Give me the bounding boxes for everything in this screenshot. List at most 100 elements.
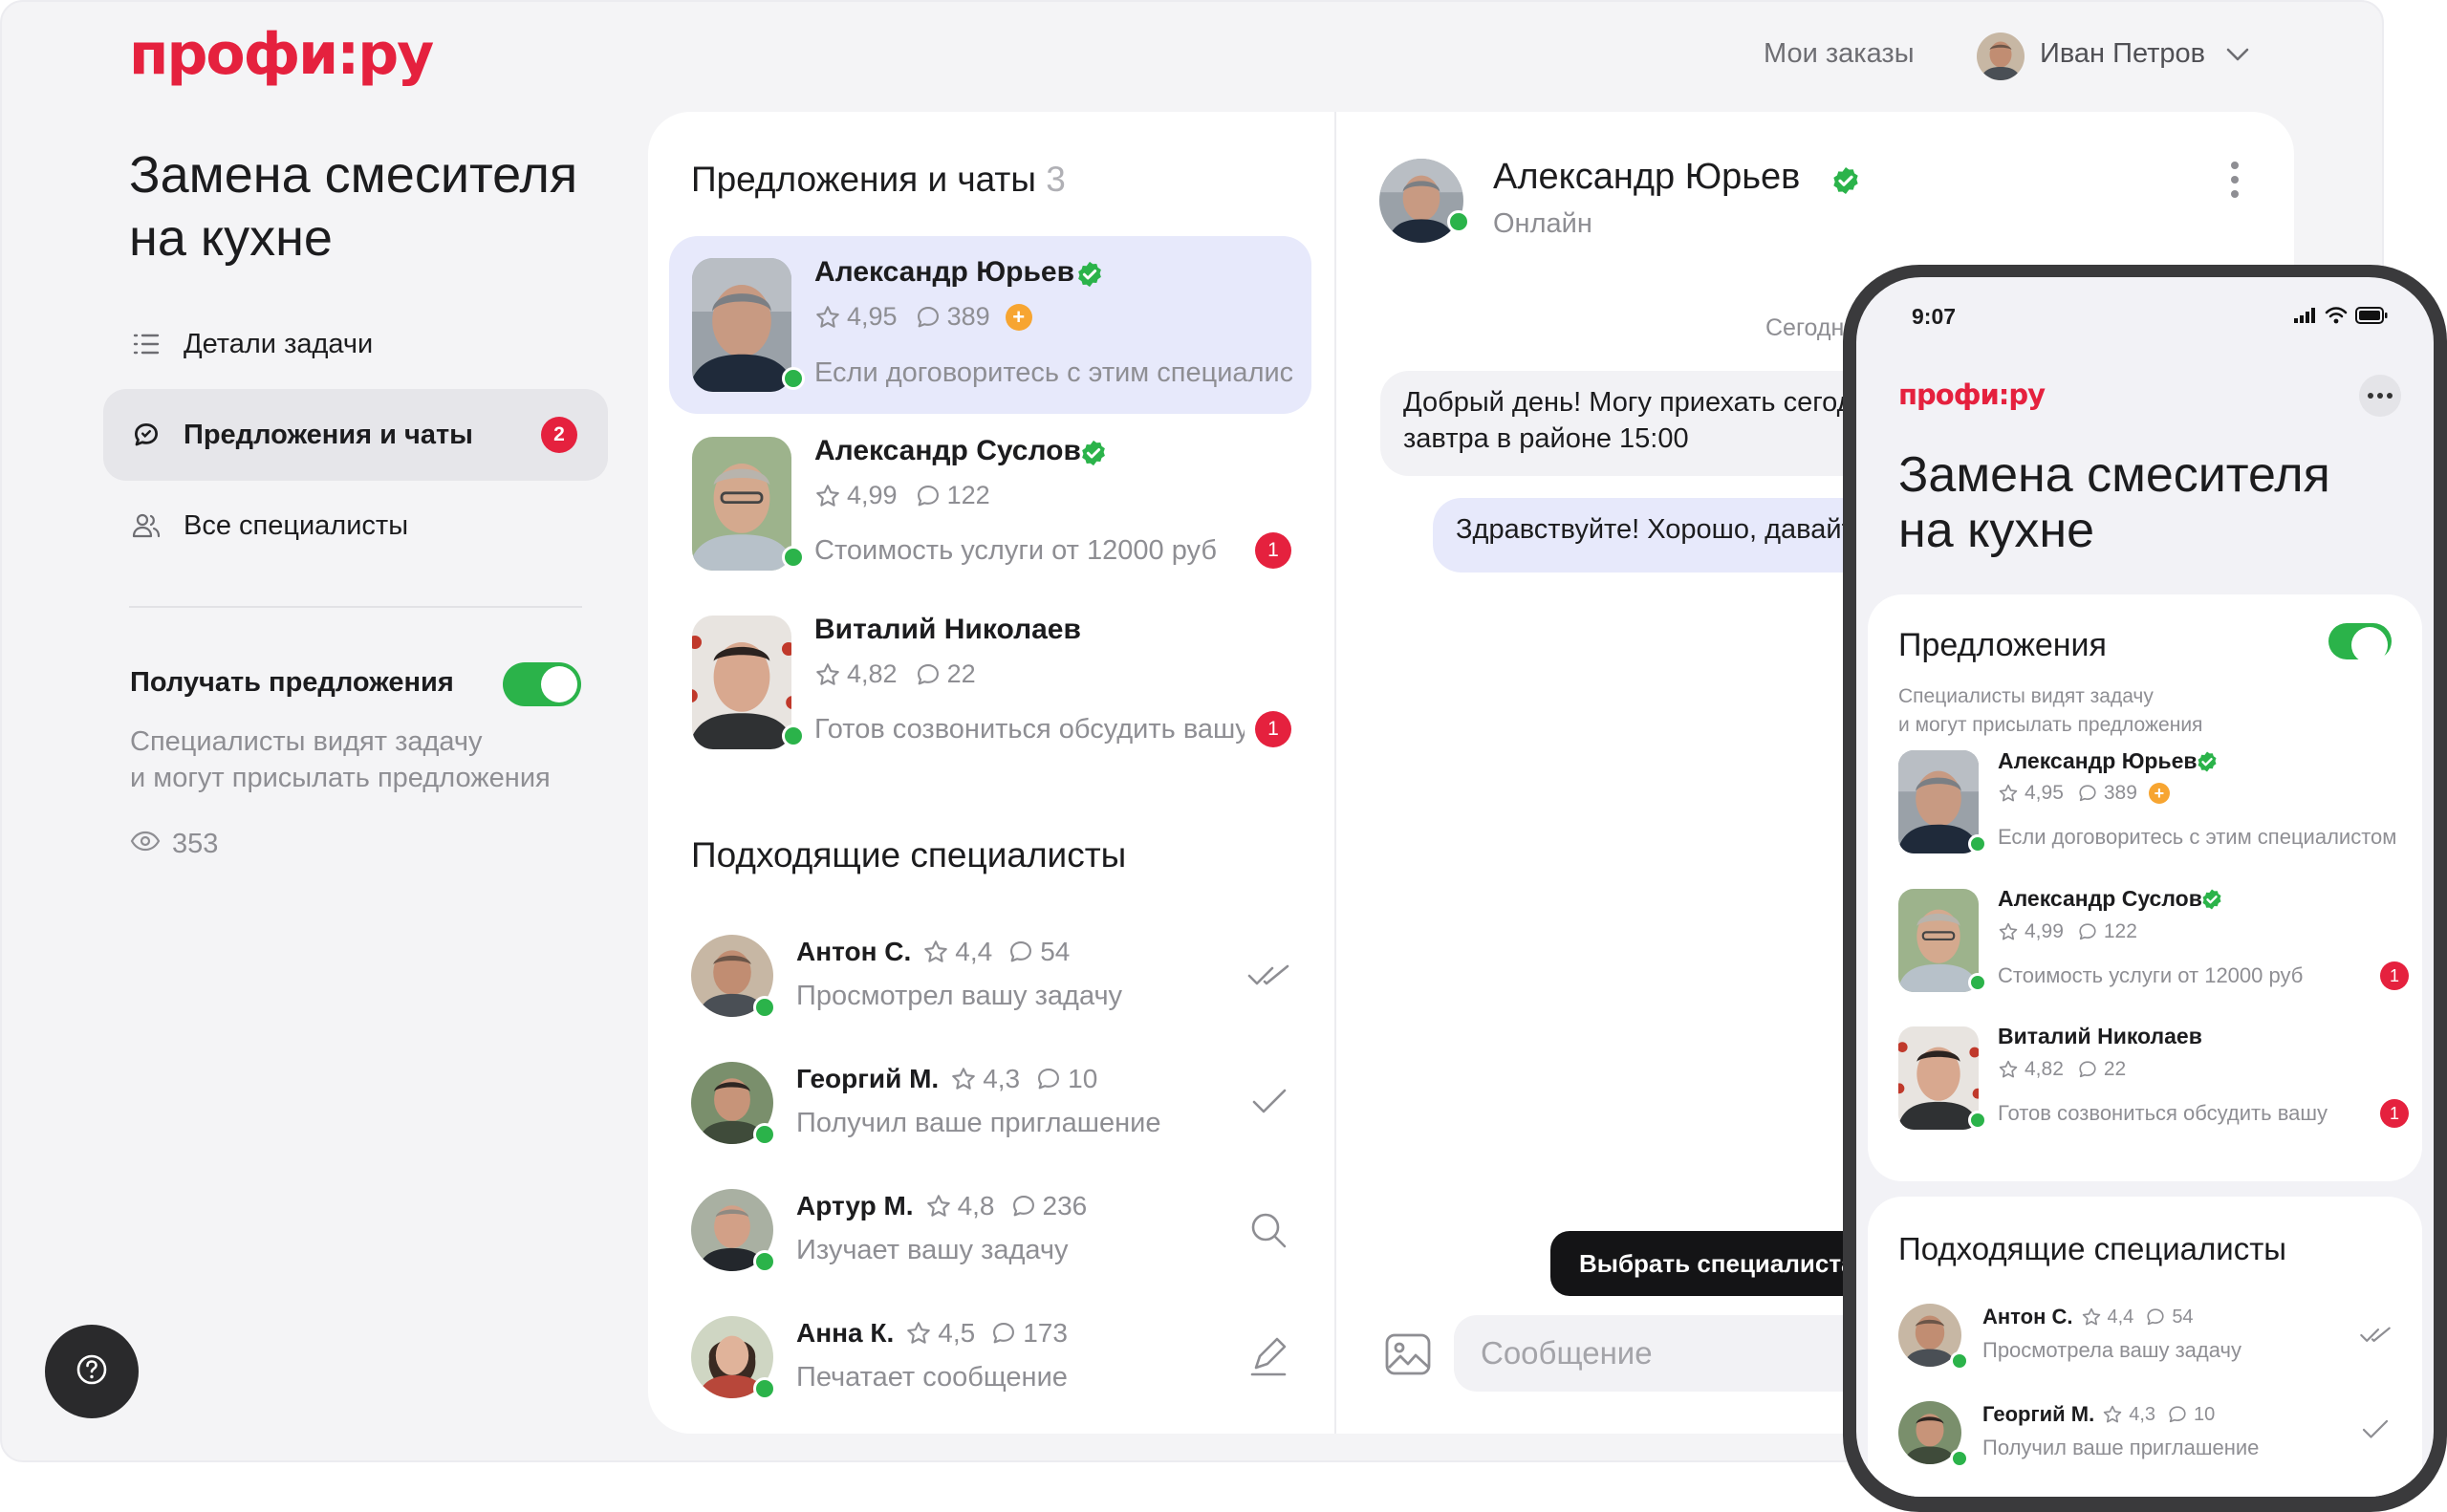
unread-count-badge: 1 xyxy=(1255,532,1291,569)
star-icon xyxy=(2081,1307,2102,1328)
eye-icon xyxy=(130,830,161,857)
incoming-message: Добрый день! Могу приехать сегодня или з… xyxy=(1380,371,1916,476)
phone-offer-name: Александр Суслов xyxy=(1998,886,2202,911)
offer-stats: 4,99 122 xyxy=(814,481,990,510)
reviews-icon xyxy=(915,661,942,688)
phone-specialist-stats: Антон С. 4,4 54 xyxy=(1982,1305,2194,1328)
specialist-status: Печатает сообщение xyxy=(796,1362,1068,1393)
sidebar-divider xyxy=(129,606,582,608)
user-avatar[interactable] xyxy=(1977,32,2025,80)
more-horizontal-icon[interactable] xyxy=(2359,375,2401,417)
reviews-icon xyxy=(2077,783,2098,804)
unread-count-badge: 1 xyxy=(1255,711,1291,747)
phone-logo: профи:ру xyxy=(1898,378,2046,411)
phone-time: 9:07 xyxy=(1912,304,1957,329)
reviews-icon xyxy=(2145,1307,2166,1328)
online-indicator xyxy=(1968,1111,1987,1130)
receive-offers-toggle[interactable] xyxy=(503,662,581,706)
signal-icon xyxy=(2294,308,2319,328)
specialist-row[interactable]: Георгий М. 4,3 10 Получил ваше приглашение xyxy=(669,1045,1311,1159)
specialist-status: Просмотрел вашу задачу xyxy=(796,981,1123,1011)
star-icon xyxy=(922,939,949,965)
phone-offer-snippet: Если договоритесь с этим специалистом xyxy=(1998,825,2397,849)
chevron-down-icon[interactable] xyxy=(2225,46,2250,68)
my-orders-link[interactable]: Мои заказы xyxy=(1764,38,1915,70)
specialist-row[interactable]: Артур М. 4,8 236 Изучает вашу задачу xyxy=(669,1172,1311,1286)
reviews-icon xyxy=(2077,921,2098,942)
double-check-icon xyxy=(1246,961,1290,995)
specialist-row[interactable]: Анна К. 4,5 173 Печатает сообщение xyxy=(669,1299,1311,1414)
receive-offers-title: Получать предложения xyxy=(130,667,454,698)
reviews-icon xyxy=(915,483,942,509)
phone-offers-description: Специалисты видят задачу и могут присыла… xyxy=(1898,685,2203,736)
more-vertical-icon[interactable] xyxy=(2230,161,2240,204)
phone-offer-snippet: Стоимость услуги от 12000 руб xyxy=(1998,963,2304,987)
online-indicator xyxy=(753,1377,776,1400)
phone-offer-name: Александр Юрьев xyxy=(1998,748,2198,773)
chat-icon xyxy=(130,419,162,451)
task-title: Замена смесителя на кухне xyxy=(129,146,578,267)
reviews-icon xyxy=(2167,1404,2188,1425)
verified-icon xyxy=(2196,750,2219,778)
reviews-icon xyxy=(2077,1059,2098,1080)
online-indicator xyxy=(1950,1351,1969,1371)
pro-badge-icon: + xyxy=(2148,783,2170,804)
receive-offers-description: Специалисты видят задачу и могут присыла… xyxy=(130,726,551,793)
check-icon xyxy=(1250,1087,1288,1122)
sidebar-item-label: Детали задачи xyxy=(184,328,374,359)
online-indicator xyxy=(782,546,805,569)
pro-badge-icon: + xyxy=(1005,303,1032,331)
phone-offers-title: Предложения xyxy=(1898,627,2107,663)
sidebar-item-all-specialists[interactable]: Все специалисты xyxy=(103,480,608,572)
verified-icon xyxy=(2200,888,2223,916)
phone-offer-photo xyxy=(1898,750,1979,853)
phone-specialists-title: Подходящие специалисты xyxy=(1898,1231,2287,1266)
phone-offers-toggle[interactable] xyxy=(2328,623,2392,663)
star-icon xyxy=(814,483,841,509)
online-indicator xyxy=(753,996,776,1019)
offer-snippet: Готов созвониться обсудить вашу задачу xyxy=(814,714,1245,745)
online-indicator xyxy=(1968,834,1987,853)
image-attach-icon[interactable] xyxy=(1383,1329,1433,1384)
phone-specialist-status: Просмотрела вашу задачу xyxy=(1982,1338,2241,1362)
online-indicator xyxy=(1950,1449,1969,1468)
offers-title: Предложения и чаты 3 xyxy=(691,160,1066,199)
star-icon xyxy=(1998,783,2019,804)
offers-count: 3 xyxy=(1046,160,1066,199)
specialist-photo xyxy=(692,437,791,571)
help-button[interactable] xyxy=(45,1325,139,1418)
verified-icon xyxy=(1830,165,1861,201)
online-indicator xyxy=(1968,973,1987,992)
phone-offer-photo xyxy=(1898,889,1979,992)
reviews-icon xyxy=(1007,939,1034,965)
phone-specialist-status: Получил ваше приглашение xyxy=(1982,1436,2260,1459)
sidebar-item-offers-chats[interactable]: Предложения и чаты 2 xyxy=(103,389,608,481)
offer-stats: 4,82 22 xyxy=(814,659,976,689)
offer-snippet: Стоимость услуги от 12000 руб xyxy=(814,535,1217,566)
profi-logo[interactable]: профи:ру xyxy=(129,21,434,88)
specialist-row[interactable]: Антон С. 4,4 54 Просмотрел вашу задачу xyxy=(669,918,1311,1032)
star-icon xyxy=(814,304,841,331)
specialist-photo xyxy=(692,616,791,749)
specialist-stats: Артур М. 4,8 236 xyxy=(796,1191,1088,1220)
star-icon xyxy=(905,1320,932,1347)
phone-offer-stats: 4,99 122 xyxy=(1998,920,2137,943)
user-name[interactable]: Иван Петров xyxy=(2040,38,2205,70)
offer-snippet: Если договоритесь с этим специалистом xyxy=(814,357,1292,388)
star-icon xyxy=(2102,1404,2123,1425)
phone-task-title: Замена смесителя на кухне xyxy=(1898,447,2330,558)
unread-count-badge: 1 xyxy=(2380,961,2409,990)
sidebar-item-task-details[interactable]: Детали задачи xyxy=(103,298,608,390)
star-icon xyxy=(1998,1059,2019,1080)
help-icon xyxy=(73,1350,111,1393)
phone-offer-name: Виталий Николаев xyxy=(1998,1024,2202,1048)
panel-divider xyxy=(1334,112,1336,1434)
sidebar-item-label: Предложения и чаты xyxy=(184,419,473,450)
specialist-stats: Анна К. 4,5 173 xyxy=(796,1318,1068,1348)
unread-badge: 2 xyxy=(541,417,577,453)
double-check-icon xyxy=(2359,1325,2392,1350)
verified-icon xyxy=(1075,260,1104,293)
offer-name: Александр Юрьев xyxy=(814,256,1075,288)
specialist-status: Получил ваше приглашение xyxy=(796,1108,1161,1138)
star-icon xyxy=(814,661,841,688)
